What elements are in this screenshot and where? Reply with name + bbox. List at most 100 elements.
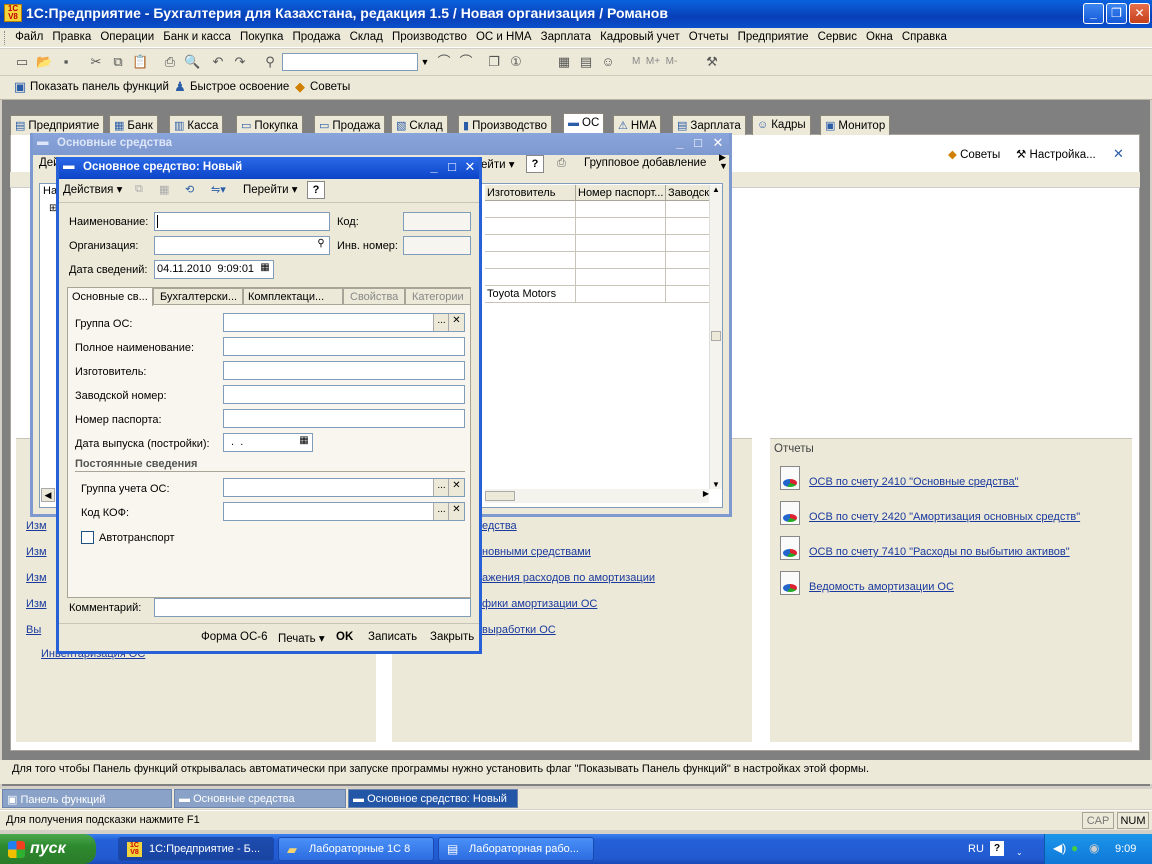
table-cell[interactable] bbox=[666, 218, 711, 235]
scroll-thumb[interactable] bbox=[711, 331, 721, 341]
tray-app-icon[interactable]: ◉ bbox=[1089, 841, 1099, 855]
close-button[interactable]: Закрыть bbox=[430, 631, 474, 643]
tab-production[interactable]: ▮ Производство bbox=[458, 115, 553, 135]
report-item[interactable] bbox=[780, 571, 800, 595]
select-button[interactable]: ... bbox=[433, 503, 449, 520]
table-row[interactable] bbox=[485, 269, 576, 286]
clear-icon[interactable]: ✕ bbox=[448, 479, 464, 496]
toolbar-scroll-icon[interactable]: ▶ ▼ bbox=[719, 153, 728, 171]
table-cell[interactable] bbox=[666, 201, 711, 218]
tab-categories[interactable]: Категории bbox=[405, 288, 471, 305]
minimize-icon[interactable]: _ bbox=[673, 136, 687, 150]
copy-icon[interactable]: ⧉ bbox=[110, 54, 126, 70]
menu-operations[interactable]: Операции bbox=[97, 28, 157, 43]
tab-equipment[interactable]: Комплектаци... bbox=[243, 288, 343, 305]
inv-number-input[interactable] bbox=[403, 236, 471, 255]
ok-button[interactable]: OK bbox=[336, 631, 353, 643]
table-cell[interactable] bbox=[666, 286, 711, 303]
menu-sale[interactable]: Продажа bbox=[290, 28, 344, 43]
help-icon[interactable]: ? bbox=[990, 841, 1004, 856]
scroll-left-icon[interactable]: ◀ bbox=[41, 488, 55, 502]
close-icon[interactable]: ✕ bbox=[463, 160, 477, 174]
window-tab-os-new[interactable]: ▬ Основное средство: Новый bbox=[348, 789, 518, 808]
paste-icon[interactable]: 📋 bbox=[132, 54, 148, 70]
taskbar-item-1c[interactable]: 1C V8 1С:Предприятие - Б... bbox=[118, 837, 274, 861]
report-item[interactable] bbox=[780, 536, 800, 560]
table-cell[interactable] bbox=[576, 235, 666, 252]
report-link-2410[interactable]: ОСВ по счету 2410 "Основные средства" bbox=[809, 476, 1018, 488]
form-goto-menu[interactable]: Перейти ▾ bbox=[243, 182, 298, 196]
open-icon[interactable]: 📂 bbox=[36, 54, 52, 70]
report-link-7410[interactable]: ОСВ по счету 7410 "Расходы по выбытию ак… bbox=[809, 546, 1070, 558]
table-row[interactable] bbox=[485, 252, 576, 269]
mid-link-4[interactable]: фики амортизации ОС bbox=[482, 598, 597, 610]
table-cell[interactable] bbox=[576, 286, 666, 303]
tips-button[interactable]: Советы bbox=[310, 81, 350, 93]
comment-input[interactable] bbox=[154, 598, 471, 617]
table-row[interactable]: Toyota Motors bbox=[485, 286, 576, 303]
tab-hr[interactable]: ☺ Кадры bbox=[752, 115, 811, 135]
list-goto-menu[interactable]: ейти ▾ bbox=[481, 157, 514, 171]
mid-link-5[interactable]: выработки ОС bbox=[482, 624, 556, 636]
close-button[interactable]: ✕ bbox=[1129, 3, 1150, 24]
mid-link-1[interactable]: едства bbox=[482, 520, 517, 532]
report-link-2420[interactable]: ОСВ по счету 2420 "Амортизация основных … bbox=[809, 511, 1080, 523]
copy-icon[interactable]: ⧉ bbox=[135, 183, 143, 196]
left-link-2[interactable]: Изм bbox=[26, 546, 47, 562]
table-row[interactable] bbox=[485, 235, 576, 252]
maximize-icon[interactable]: □ bbox=[691, 136, 705, 150]
show-functions-panel-button[interactable]: Показать панель функций bbox=[30, 81, 169, 93]
tab-cash[interactable]: ▥ Касса bbox=[169, 115, 224, 135]
panel-tips-button[interactable]: ◆ Советы bbox=[948, 147, 1000, 161]
grid-vscrollbar[interactable]: ▲ ▼ bbox=[709, 185, 722, 489]
calendar-icon[interactable]: ▤ bbox=[578, 54, 594, 70]
left-link-5[interactable]: Вы bbox=[26, 624, 41, 640]
cut-icon[interactable]: ✂ bbox=[88, 54, 104, 70]
panel-settings-button[interactable]: ⚒ Настройка... bbox=[1016, 147, 1096, 161]
tab-enterprise[interactable]: ▤ Предприятие bbox=[10, 115, 105, 135]
save-button[interactable]: Записать bbox=[368, 631, 417, 643]
close-icon[interactable]: ✕ bbox=[711, 136, 725, 150]
undo-icon[interactable]: ↶ bbox=[210, 54, 226, 70]
left-link-3[interactable]: Изм bbox=[26, 572, 47, 588]
date-input[interactable]: 04.11.2010 9:09:01 ▦ bbox=[154, 260, 274, 279]
tab-salary[interactable]: ▤ Зарплата bbox=[672, 115, 746, 135]
users-icon[interactable]: ☺ bbox=[600, 54, 616, 70]
table-cell[interactable] bbox=[576, 201, 666, 218]
menu-reports[interactable]: Отчеты bbox=[686, 28, 732, 43]
restore-button[interactable]: ❐ bbox=[1106, 3, 1127, 24]
grid-header-serial[interactable]: Заводск bbox=[666, 185, 711, 201]
save-icon[interactable]: ▪ bbox=[58, 54, 74, 70]
tab-sale[interactable]: ▭ Продажа bbox=[314, 115, 386, 135]
search-combo[interactable] bbox=[282, 53, 418, 71]
menu-windows[interactable]: Окна bbox=[863, 28, 896, 43]
table-cell[interactable] bbox=[576, 269, 666, 286]
scroll-up-icon[interactable]: ▲ bbox=[710, 185, 722, 194]
table-row[interactable] bbox=[485, 201, 576, 218]
full-name-input[interactable] bbox=[223, 337, 465, 356]
menu-os-nma[interactable]: ОС и НМА bbox=[473, 28, 535, 43]
select-button[interactable]: ... bbox=[433, 314, 449, 331]
menu-enterprise[interactable]: Предприятие bbox=[735, 28, 812, 43]
find-icon[interactable]: ⚲ bbox=[262, 54, 278, 70]
scroll-right-icon[interactable]: ▶ bbox=[703, 489, 709, 498]
menu-purchase[interactable]: Покупка bbox=[237, 28, 286, 43]
group-add-button[interactable]: Групповое добавление bbox=[584, 157, 706, 169]
release-date-input[interactable]: . . ▦ bbox=[223, 433, 313, 452]
table-cell[interactable] bbox=[576, 252, 666, 269]
table-cell[interactable] bbox=[576, 218, 666, 235]
redo-icon[interactable]: ↷ bbox=[232, 54, 248, 70]
help-icon[interactable]: ? bbox=[307, 181, 325, 199]
mid-link-2[interactable]: новными средствами bbox=[482, 546, 591, 558]
start-button[interactable]: пуск bbox=[0, 834, 96, 864]
quick-start-button[interactable]: Быстрое освоение bbox=[190, 81, 289, 93]
taskbar-item-folder[interactable]: ▰ Лабораторные 1С 8 bbox=[278, 837, 434, 861]
list-icon[interactable]: ▦ bbox=[159, 183, 169, 196]
grid-header-passport[interactable]: Номер паспорт... bbox=[576, 185, 666, 201]
tab-purchase[interactable]: ▭ Покупка bbox=[236, 115, 303, 135]
left-link-1[interactable]: Изм bbox=[26, 520, 47, 536]
tools-icon[interactable]: ⚒ bbox=[704, 54, 720, 70]
scroll-down-icon[interactable]: ▼ bbox=[710, 480, 722, 489]
taskbar-item-word[interactable]: ▤ Лабораторная рабо... bbox=[438, 837, 594, 861]
report-link-amortization[interactable]: Ведомость амортизации ОС bbox=[809, 581, 954, 593]
